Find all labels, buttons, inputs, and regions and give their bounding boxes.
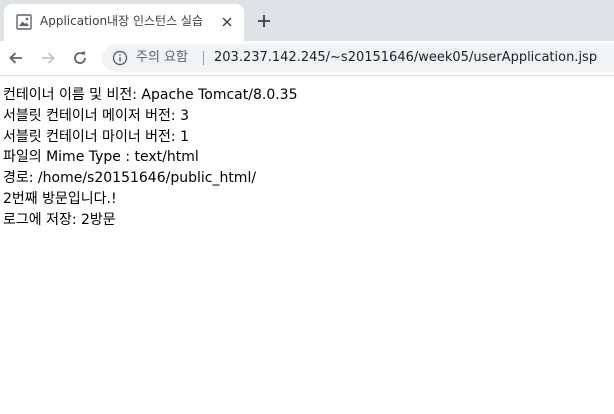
arrow-right-icon <box>42 52 55 64</box>
security-status-label[interactable]: 주의 요함 <box>136 44 188 72</box>
path-line: 경로: /home/s20151646/public_html/ <box>3 170 257 187</box>
image-favicon-icon <box>16 14 32 30</box>
tab-strip: Application내장 인스턴스 실습 <box>0 0 614 41</box>
url-text[interactable]: 203.237.142.245/~s20151646/week05/userAp… <box>214 44 597 72</box>
servlet-major-version-line: 서블릿 컨테이너 메이저 버전: 3 <box>3 107 189 124</box>
reload-button[interactable] <box>68 46 92 70</box>
visit-count-line: 2번째 방문입니다.! <box>3 190 117 207</box>
container-name-line: 컨테이너 이름 및 비전: Apache Tomcat/8.0.35 <box>3 87 298 103</box>
address-bar[interactable]: 주의 요함 203.237.142.245/~s20151646/week05/… <box>102 44 614 72</box>
forward-button[interactable] <box>36 46 60 70</box>
browser-toolbar: 주의 요함 203.237.142.245/~s20151646/week05/… <box>0 41 614 76</box>
log-line: 로그에 저장: 2방문 <box>3 211 116 228</box>
plus-icon[interactable] <box>252 9 276 33</box>
tab-title: Application내장 인스턴스 실습 <box>40 14 203 28</box>
page-content: 컨테이너 이름 및 비전: Apache Tomcat/8.0.35 서블릿 컨… <box>3 85 603 231</box>
mime-type-line: 파일의 Mime Type : text/html <box>3 149 199 166</box>
back-button[interactable] <box>4 46 28 70</box>
servlet-minor-version-line: 서블릿 컨테이너 마이너 버전: 1 <box>3 128 189 145</box>
reload-icon <box>74 51 86 64</box>
arrow-left-icon <box>9 52 22 64</box>
omnibox-divider <box>203 51 204 65</box>
browser-tab[interactable]: Application내장 인스턴스 실습 <box>4 4 244 41</box>
info-icon[interactable] <box>112 50 128 66</box>
close-icon[interactable] <box>218 13 236 31</box>
